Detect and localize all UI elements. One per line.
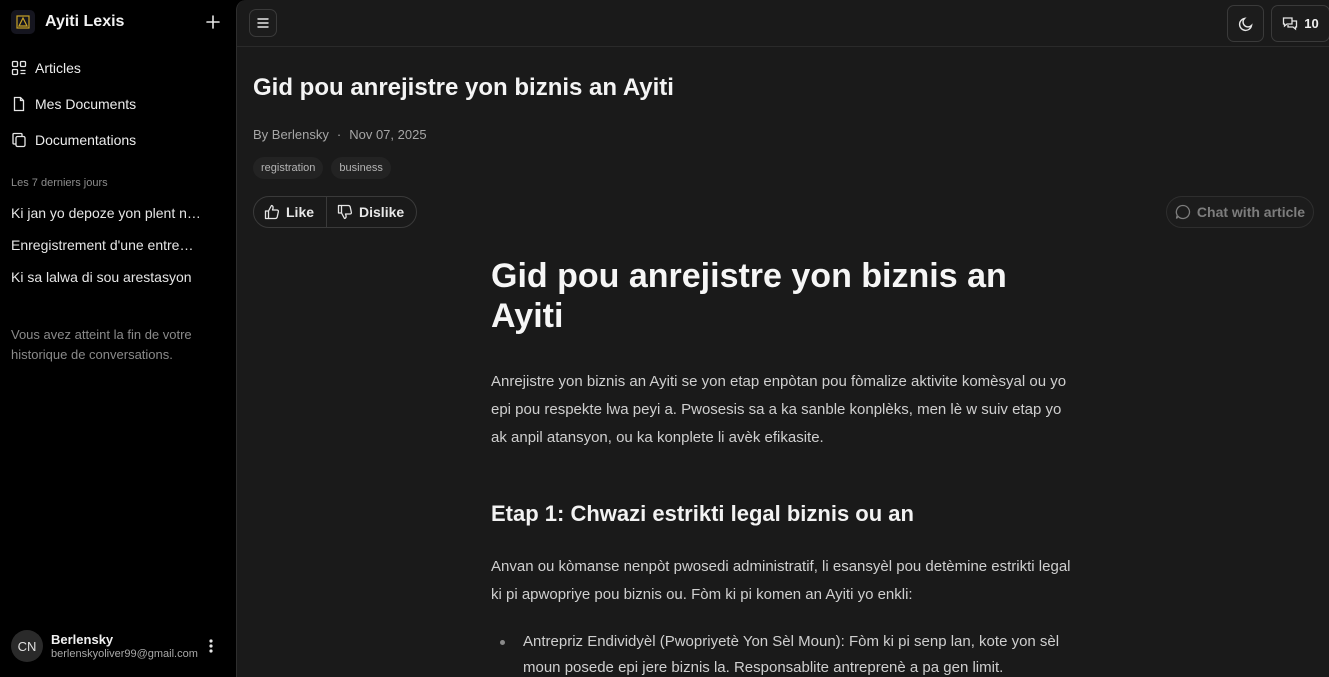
nav-articles-label: Articles [35, 60, 81, 76]
conversation-item[interactable]: Ki jan yo depoze yon plent nan... [11, 205, 201, 221]
list-item: Antrepriz Endividyèl (Pwopriyetè Yon Sèl… [491, 629, 1081, 677]
brand-name: Ayiti Lexis [45, 13, 125, 30]
article-intro: Anrejistre yon biznis an Ayiti se yon et… [491, 373, 1067, 446]
tag[interactable]: business [331, 157, 391, 179]
article-heading: Gid pou anrejistre yon biznis an Ayiti [491, 257, 1007, 335]
nav-documentations[interactable]: Documentations [11, 129, 136, 151]
dislike-label: Dislike [359, 204, 405, 220]
user-info: Berlensky berlenskyoliver99@gmail.com [51, 632, 199, 660]
chat-count: 10 [1304, 16, 1319, 31]
article-body: Gid pou anrejistre yon biznis an Ayiti A… [491, 256, 1081, 677]
menu-icon [257, 18, 269, 28]
dislike-button[interactable]: Dislike [327, 197, 416, 227]
user-name: Berlensky [51, 632, 114, 647]
main-panel: 10 Gid pou anrejistre yon biznis an Ayit… [236, 0, 1329, 677]
page-title: Gid pou anrejistre yon biznis an Ayiti [253, 74, 674, 101]
more-vertical-icon [209, 639, 213, 653]
user-menu-button[interactable] [202, 637, 220, 655]
meta-separator: · [336, 127, 342, 142]
section-paragraph: Anvan ou kòmanse nenpòt pwosedi administ… [491, 558, 1071, 603]
user-email: berlenskyoliver99@gmail.com [51, 648, 198, 660]
sidebar-toggle-button[interactable] [249, 9, 277, 37]
chats-button[interactable]: 10 [1271, 5, 1329, 42]
thumbs-up-icon [264, 204, 280, 220]
recent-section-label: Les 7 derniers jours [11, 177, 108, 189]
article-meta: By Berlensky · Nov 07, 2025 [253, 127, 427, 142]
user-profile[interactable]: CN Berlensky berlenskyoliver99@gmail.com [11, 630, 226, 662]
copy-icon [11, 132, 27, 148]
sidebar: Ayiti Lexis Articles Mes Documents Docum… [0, 0, 236, 677]
new-chat-button[interactable] [202, 11, 224, 33]
brand-logo-icon [11, 10, 35, 34]
like-label: Like [286, 204, 315, 220]
tag-list: registration business [253, 157, 399, 179]
section-heading: Etap 1: Chwazi estrikti legal biznis ou … [491, 501, 914, 526]
moon-icon [1238, 16, 1253, 31]
tag[interactable]: registration [253, 157, 324, 179]
vote-group: Like Dislike [253, 196, 418, 228]
nav-mes-documents[interactable]: Mes Documents [11, 93, 136, 115]
brand[interactable]: Ayiti Lexis [11, 10, 124, 34]
plus-icon [206, 15, 220, 29]
nav-articles[interactable]: Articles [11, 57, 81, 79]
theme-toggle-button[interactable] [1227, 5, 1264, 42]
file-icon [11, 96, 27, 112]
chat-with-article-label: Chat with article [1196, 204, 1306, 220]
conversation-item[interactable]: Ki sa lalwa di sou arestasyon [11, 269, 201, 285]
nav-documentations-label: Documentations [35, 132, 137, 148]
conversation-item[interactable]: Enregistrement d'une entreprise... [11, 237, 201, 253]
chat-bubble-icon [1175, 204, 1191, 220]
article-author: By Berlensky [253, 127, 329, 142]
article-date: Nov 07, 2025 [349, 127, 427, 142]
structure-list: Antrepriz Endividyèl (Pwopriyetè Yon Sèl… [491, 629, 1081, 677]
chat-bubbles-icon [1283, 16, 1298, 30]
history-end-note: Vous avez atteint la fin de votre histor… [11, 327, 192, 362]
grid-icon [11, 60, 27, 76]
chat-with-article-button[interactable]: Chat with article [1166, 196, 1314, 228]
like-button[interactable]: Like [254, 197, 328, 227]
nav-mes-documents-label: Mes Documents [35, 96, 137, 112]
avatar: CN [11, 630, 43, 662]
thumbs-down-icon [337, 204, 353, 220]
topbar: 10 [237, 0, 1329, 47]
